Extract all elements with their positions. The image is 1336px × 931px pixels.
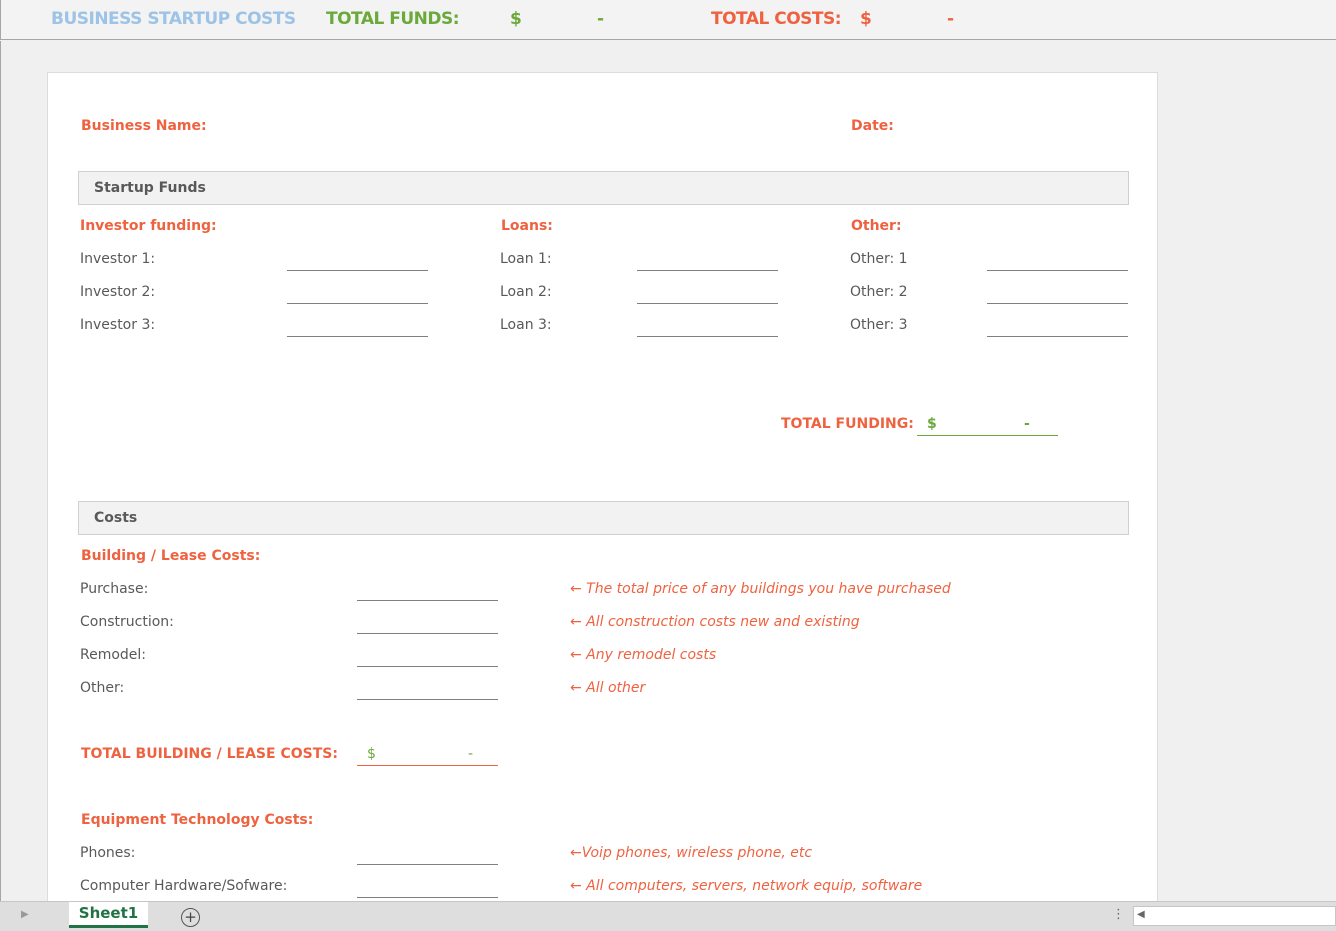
investor-label: Investor 2: xyxy=(80,284,156,300)
equipment-heading: Equipment Technology Costs: xyxy=(81,812,314,828)
investor-input-2[interactable] xyxy=(287,303,428,304)
loans-label: Loan 1: xyxy=(500,251,552,267)
costs-header: Costs xyxy=(78,501,1129,535)
total-costs-label: TOTAL COSTS: xyxy=(711,9,842,29)
equipment-cost-label: Computer Hardware/Sofware: xyxy=(80,878,288,894)
tab-sheet1[interactable]: Sheet1 xyxy=(69,902,148,928)
total-funding-currency: $ xyxy=(927,416,937,432)
total-funding-value: - xyxy=(1024,416,1030,432)
more-options-icon[interactable]: ⋮ xyxy=(1112,907,1125,922)
other-label: Other: 1 xyxy=(850,251,908,267)
other-heading: Other: xyxy=(851,218,902,234)
equipment-cost-input[interactable] xyxy=(357,864,498,865)
total-funding-label: TOTAL FUNDING: xyxy=(781,416,914,432)
total-funds-label: TOTAL FUNDS: xyxy=(326,9,460,29)
total-funds-value: - xyxy=(597,9,604,29)
loans-heading: Loans: xyxy=(501,218,553,234)
sheet-tab-bar: ▶ Sheet1 + ⋮ ◀ xyxy=(0,901,1336,931)
total-building-label: TOTAL BUILDING / LEASE COSTS: xyxy=(81,746,338,762)
loans-input-2[interactable] xyxy=(637,303,778,304)
app-title: BUSINESS STARTUP COSTS xyxy=(51,9,296,29)
building-cost-note: ← All construction costs new and existin… xyxy=(570,614,860,630)
building-cost-note: ← Any remodel costs xyxy=(570,647,717,663)
building-cost-note: ← All other xyxy=(570,680,646,696)
plus-circle-icon[interactable]: + xyxy=(181,908,200,927)
investor-input-1[interactable] xyxy=(287,270,428,271)
equipment-cost-input[interactable] xyxy=(357,897,498,898)
investor-heading: Investor funding: xyxy=(80,218,217,234)
other-label: Other: 3 xyxy=(850,317,908,333)
total-building-currency: $ xyxy=(367,746,376,762)
other-label: Other: 2 xyxy=(850,284,908,300)
building-cost-label: Purchase: xyxy=(80,581,149,597)
total-costs-currency: $ xyxy=(860,9,872,29)
building-cost-input[interactable] xyxy=(357,600,498,601)
building-cost-input[interactable] xyxy=(357,699,498,700)
other-input-2[interactable] xyxy=(987,303,1128,304)
building-cost-label: Remodel: xyxy=(80,647,147,663)
scroll-tabs-left-icon[interactable]: ▶ xyxy=(21,909,29,920)
startup-funds-header: Startup Funds xyxy=(78,171,1129,205)
building-cost-label: Construction: xyxy=(80,614,174,630)
investor-label: Investor 1: xyxy=(80,251,156,267)
total-costs-value: - xyxy=(947,9,954,29)
building-cost-note: ← The total price of any buildings you h… xyxy=(570,581,951,597)
loans-input-1[interactable] xyxy=(637,270,778,271)
total-building-underline xyxy=(357,765,498,766)
total-building-value: - xyxy=(468,746,474,762)
building-cost-input[interactable] xyxy=(357,666,498,667)
loans-label: Loan 3: xyxy=(500,317,552,333)
building-cost-input[interactable] xyxy=(357,633,498,634)
total-funding-underline xyxy=(917,435,1058,436)
investor-label: Investor 3: xyxy=(80,317,156,333)
sheet-canvas: Business Name: Date: Startup Funds Inves… xyxy=(0,41,1336,912)
investor-input-3[interactable] xyxy=(287,336,428,337)
building-heading: Building / Lease Costs: xyxy=(81,548,261,564)
total-funds-currency: $ xyxy=(510,9,522,29)
horizontal-scrollbar[interactable]: ◀ xyxy=(1133,906,1336,926)
loans-label: Loan 2: xyxy=(500,284,552,300)
building-cost-label: Other: xyxy=(80,680,125,696)
scroll-left-icon[interactable]: ◀ xyxy=(1137,909,1145,920)
header-bar: BUSINESS STARTUP COSTS TOTAL FUNDS: $ - … xyxy=(0,0,1336,40)
other-input-1[interactable] xyxy=(987,270,1128,271)
equipment-cost-note: ← All computers, servers, network equip,… xyxy=(570,878,923,894)
business-name-label: Business Name: xyxy=(81,118,207,134)
worksheet-page: Business Name: Date: Startup Funds Inves… xyxy=(47,72,1158,912)
equipment-cost-label: Phones: xyxy=(80,845,136,861)
other-input-3[interactable] xyxy=(987,336,1128,337)
date-label: Date: xyxy=(851,118,894,134)
equipment-cost-note: ←Voip phones, wireless phone, etc xyxy=(570,845,813,861)
loans-input-3[interactable] xyxy=(637,336,778,337)
